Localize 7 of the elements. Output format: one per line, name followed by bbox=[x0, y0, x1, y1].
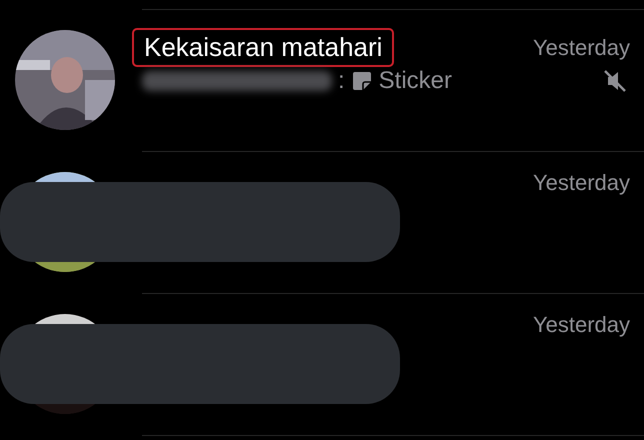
message-preview: Sticker bbox=[378, 67, 452, 95]
chat-time: Yesterday bbox=[532, 170, 630, 196]
sticker-icon bbox=[350, 70, 373, 92]
chat-time: Yesterday bbox=[532, 34, 630, 60]
chat-time: Yesterday bbox=[532, 312, 630, 338]
preview-separator: : bbox=[338, 67, 345, 95]
chat-name: Kekaisaran matahari bbox=[132, 28, 394, 67]
